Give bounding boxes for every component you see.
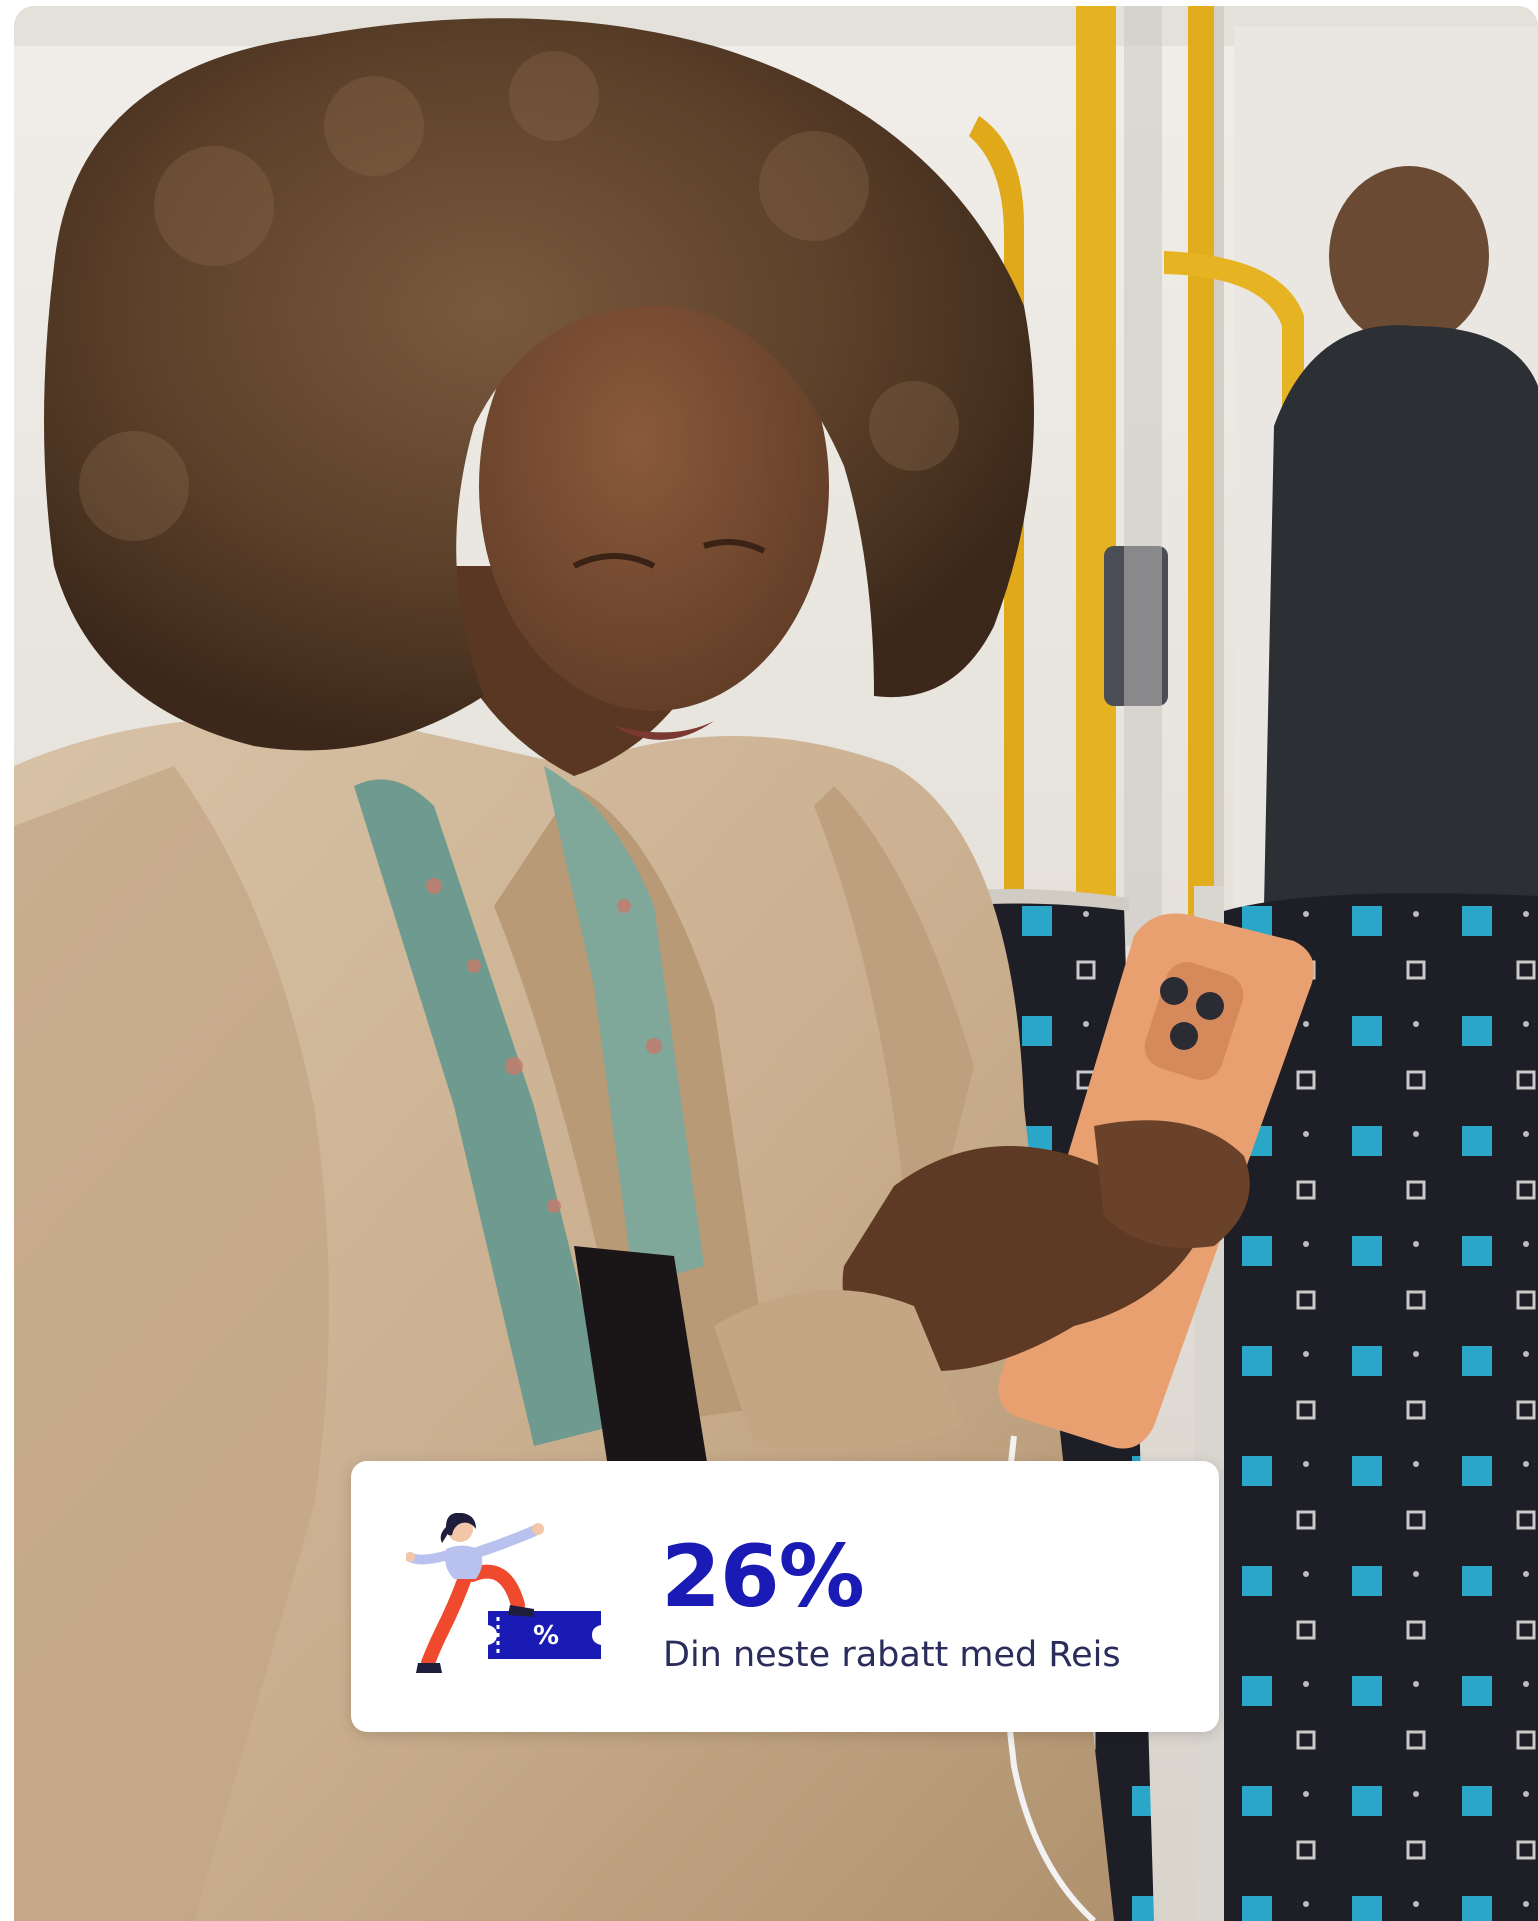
person-on-discount-ticket-icon: %	[406, 1513, 608, 1679]
discount-promo-card: % 26% Din neste rabatt med Reis	[351, 1461, 1219, 1732]
discount-percentage: 26%	[661, 1527, 865, 1627]
discount-caption: Din neste rabatt med Reis	[663, 1635, 1121, 1675]
svg-text:%: %	[533, 1621, 559, 1651]
